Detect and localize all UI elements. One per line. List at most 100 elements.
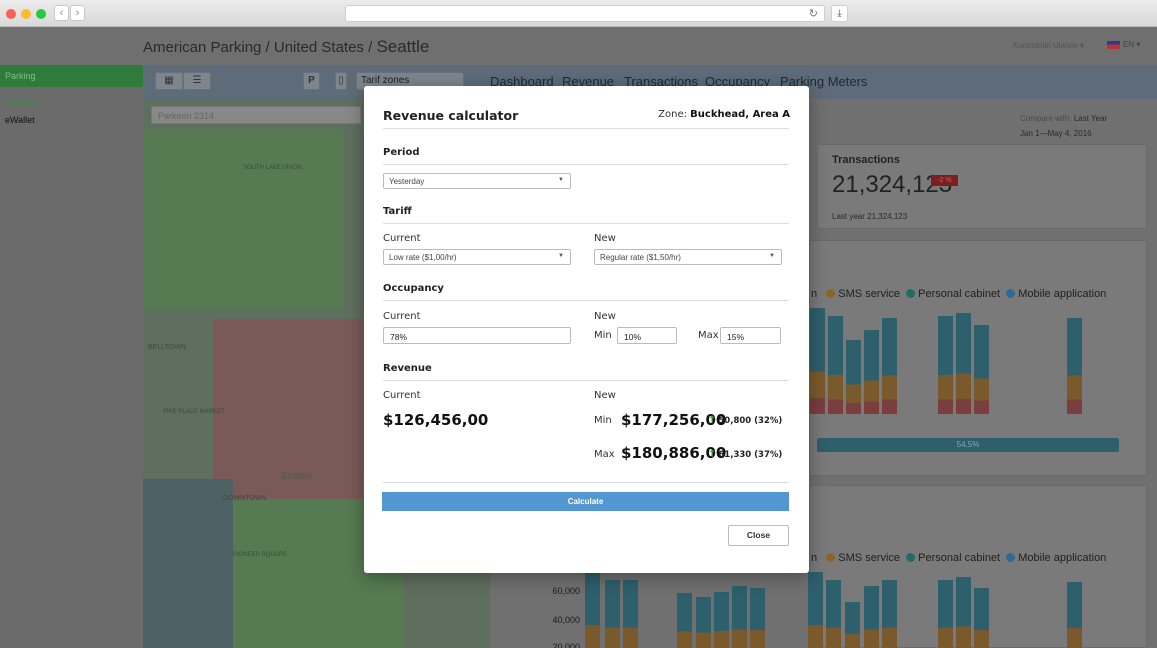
legend-label: Mobile application [1018,552,1107,564]
map-label: PIKE PLACE MARKET [163,409,225,415]
current-tariff-select[interactable]: Low rate ($1,00/hr) ▼ [383,249,571,265]
meter-filter-button[interactable]: ▯ [335,72,347,90]
sidebar-item-analytics[interactable]: Analytics [5,97,41,107]
user-menu[interactable]: Konstantin Ulanov ▾ [1013,41,1084,50]
divider [383,164,789,165]
calculate-button[interactable]: Calculate [382,492,789,511]
period-heading: Period [383,147,420,158]
tariff-heading: Tariff [383,206,412,217]
legend-swatch [906,289,916,298]
caret-down-icon: ▼ [558,177,564,183]
revenue-max-delta-text: 61,330 (37%) [718,450,783,460]
address-bar[interactable]: ↻ [345,5,825,22]
maximize-window-icon[interactable] [36,9,46,19]
minimize-window-icon[interactable] [21,9,31,19]
app-header: American Parking / United States / Seatt… [0,27,1157,65]
chart-legend: n SMS service Personal cabinet Mobile ap… [811,288,1106,300]
new-tariff-select[interactable]: Regular rate ($1,50/hr) ▼ [594,249,782,265]
occupancy-max-label: Max [698,330,719,341]
chart-bar [750,588,765,648]
last-year-value: 21,324,123 [867,212,908,221]
map-label: SOUTH LAKE UNION [243,165,303,171]
list-view-button[interactable]: ☰ [183,72,211,90]
legend-label: SMS service [838,552,901,564]
sidebar-item-ewallet[interactable]: eWallet [5,115,35,125]
revenue-min-delta-text: 50,800 (32%) [718,416,783,426]
chart-bar [810,308,825,414]
current-tariff-value: Low rate ($1,00/hr) [389,253,457,262]
map-water [143,479,233,648]
tariff-new-label: New [594,233,616,244]
browser-chrome: ‹ › ↻ ⤓ [0,0,1157,27]
occupancy-heading: Occupancy [383,283,444,294]
transactions-title: Transactions [832,154,900,166]
chart-bar [882,318,897,414]
back-icon[interactable]: ‹ [54,5,69,21]
chart-bar [1067,318,1082,414]
current-occupancy-input[interactable]: 78% [383,327,571,344]
chart-bar [974,325,989,414]
caret-down-icon: ▼ [558,253,564,259]
chart-bar [714,592,729,648]
forward-icon[interactable]: › [70,5,85,21]
language-menu[interactable]: EN ▾ [1107,40,1140,49]
occupancy-min-input[interactable]: 10% [617,327,677,344]
breadcrumb: American Parking / United States / Seatt… [143,37,429,57]
revenue-max-label: Max [594,449,615,460]
legend-label: Mobile application [1018,288,1107,300]
period-select[interactable]: Yesterday ▼ [383,173,571,189]
legend-label: SMS service [838,288,901,300]
map-label: PIONEER SQUARE [233,552,288,558]
legend-label: Personal cabinet [918,288,1001,300]
y-axis-tick: 40,000 [552,615,580,625]
legend-swatch [826,289,836,298]
parking-filter-button[interactable]: P [303,72,320,90]
divider [383,482,789,483]
sidebar: Parking Analytics eWallet [0,65,143,648]
map-zone-green [143,129,343,309]
date-range[interactable]: Jan 1—May 4, 2016 [1020,126,1107,141]
last-year-label: Last year [832,212,865,221]
chart-bar [938,580,953,648]
compare-value[interactable]: Last Year [1074,114,1107,123]
sidebar-item-parking[interactable]: Parking [0,65,143,87]
breadcrumb-city: Seattle [376,37,430,56]
new-tariff-value: Regular rate ($1,50/hr) [600,253,681,262]
close-window-icon[interactable] [6,9,16,19]
chart-bar [956,313,971,414]
map-label: DOWNTOWN [223,495,267,502]
chart-legend-2: n SMS service Personal cabinet Mobile ap… [811,552,1106,564]
chart-bar [732,586,747,648]
chart-bar [677,593,692,648]
chart-bar [828,316,843,414]
chart-bar [864,330,879,414]
divider [383,128,789,129]
zone-select-label: Tarif zones [361,75,410,86]
chart-bar [974,588,989,648]
close-button[interactable]: Close [728,525,789,546]
map-search-input[interactable]: Parkeon 2314 [151,106,361,124]
reload-icon[interactable]: ↻ [809,6,818,22]
chart-bar [846,340,861,414]
language-label: EN ▾ [1123,40,1141,49]
breadcrumb-path[interactable]: American Parking / United States / [143,39,376,56]
chart-bar [864,586,879,648]
zone-label: Zone: [658,109,687,120]
chart-bar [826,580,841,648]
chart-bar [585,572,600,648]
map-label: BELLTOWN [148,344,186,351]
map-label: Seattle [281,471,313,482]
revenue-min-label: Min [594,415,612,426]
y-axis-tick: 20,000 [552,642,580,648]
occupancy-max-input[interactable]: 15% [720,327,781,344]
tariff-current-label: Current [383,233,421,244]
modal-title: Revenue calculator [383,108,519,123]
chart-bar [938,316,953,414]
chart-bar [882,580,897,648]
compare-block: Compare with: Last Year Jan 1—May 4, 201… [1020,111,1107,141]
legend-item: Personal cabinet [906,552,1000,564]
occupancy-min-label: Min [594,330,612,341]
revenue-max-delta: ↑ 61,330 (37%) [708,449,782,460]
download-icon[interactable]: ⤓ [831,5,848,22]
map-view-button[interactable]: ▦ [155,72,183,90]
